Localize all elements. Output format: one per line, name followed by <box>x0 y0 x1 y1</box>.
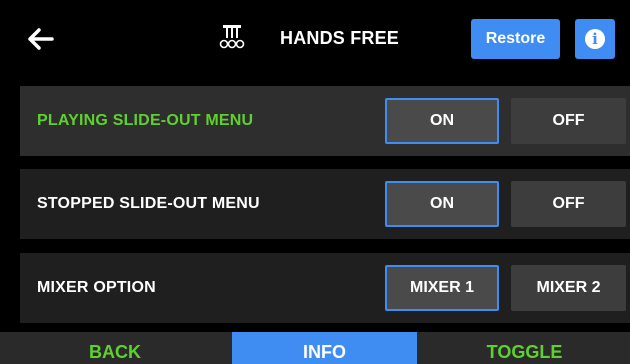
on-button[interactable]: ON <box>385 181 499 227</box>
info-icon: i <box>585 29 605 49</box>
tab-info[interactable]: INFO <box>232 332 417 364</box>
setting-row-stopped-slide-out-menu[interactable]: STOPPED SLIDE-OUT MENU ON OFF <box>20 169 630 239</box>
page-title: HANDS FREE <box>280 28 400 48</box>
bottom-tab-bar: BACK INFO TOGGLE <box>0 332 630 364</box>
off-button[interactable]: OFF <box>511 98 626 144</box>
mixer-2-button[interactable]: MIXER 2 <box>511 265 626 311</box>
pedal-icon <box>216 22 248 52</box>
setting-row-mixer-option[interactable]: MIXER OPTION MIXER 1 MIXER 2 <box>20 253 630 323</box>
on-button[interactable]: ON <box>385 98 499 144</box>
tab-back[interactable]: BACK <box>0 332 230 364</box>
setting-label: PLAYING SLIDE-OUT MENU <box>37 112 254 129</box>
restore-button[interactable]: Restore <box>471 19 560 59</box>
header-bar: HANDS FREE Restore i <box>0 0 630 76</box>
info-button[interactable]: i <box>575 19 615 59</box>
back-arrow-icon[interactable] <box>26 24 56 54</box>
setting-label: STOPPED SLIDE-OUT MENU <box>37 195 260 212</box>
tab-toggle[interactable]: TOGGLE <box>419 332 630 364</box>
off-button[interactable]: OFF <box>511 181 626 227</box>
mixer-1-button[interactable]: MIXER 1 <box>385 265 499 311</box>
setting-row-playing-slide-out-menu[interactable]: PLAYING SLIDE-OUT MENU ON OFF <box>20 86 630 156</box>
setting-label: MIXER OPTION <box>37 279 156 296</box>
